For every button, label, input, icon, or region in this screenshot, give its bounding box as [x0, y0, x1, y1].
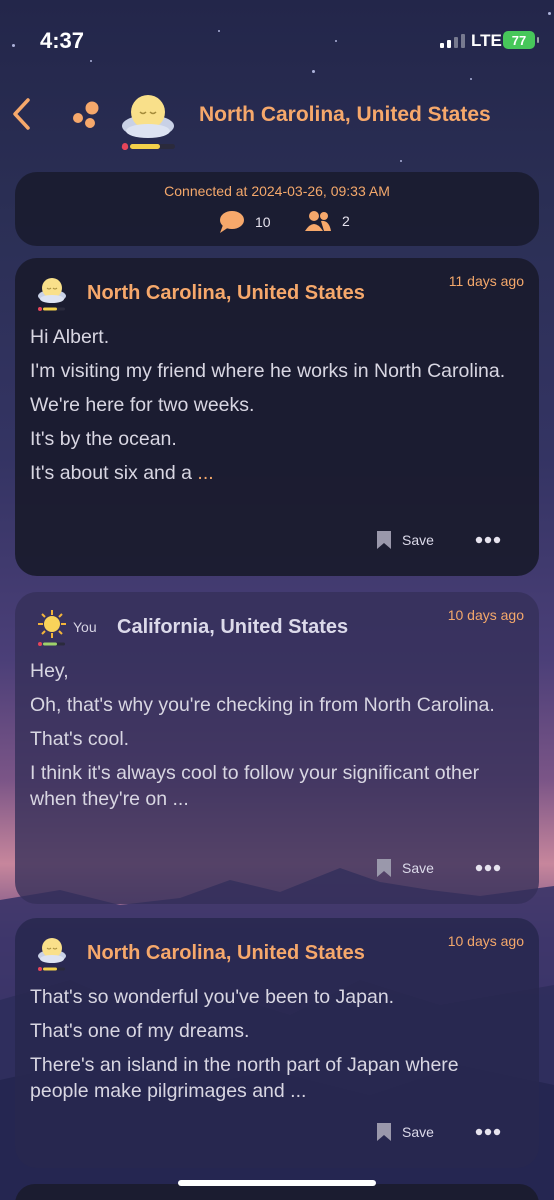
message-card[interactable]: North Carolina, United States 10 days ag… — [15, 918, 539, 1168]
moon-avatar-icon[interactable] — [118, 90, 178, 152]
message-line: I'm visiting my friend where he works in… — [30, 360, 506, 382]
message-time: 10 days ago — [447, 607, 524, 623]
people-icon — [305, 211, 331, 231]
bubbles-icon[interactable] — [70, 98, 104, 132]
message-actions: Save — [375, 858, 525, 878]
bookmark-icon — [377, 859, 391, 877]
page-title: North Carolina, United States — [199, 103, 491, 126]
message-time: 11 days ago — [448, 273, 524, 289]
people-stat: 2 — [304, 210, 350, 232]
more-dots-icon[interactable] — [475, 536, 501, 544]
message-body: That's so wonderful you've been to Japan… — [30, 984, 510, 1112]
message-time: 10 days ago — [447, 933, 524, 949]
message-line: It's about six and a — [30, 462, 198, 484]
message-card-partial[interactable] — [15, 1184, 539, 1200]
message-line: Hey, — [30, 660, 69, 682]
messages-count: 10 — [255, 214, 271, 230]
status-bar: 4:37 LTE 77 — [0, 0, 554, 80]
message-body: Hey, Oh, that's why you're checking in f… — [30, 658, 510, 820]
message-line: We're here for two weeks. — [30, 394, 255, 416]
message-line: Oh, that's why you're checking in from N… — [30, 694, 495, 716]
save-button[interactable]: Save — [375, 858, 434, 878]
message-line-truncated: It's about six and a ... — [30, 460, 510, 486]
message-body: Hi Albert. I'm visiting my friend where … — [30, 324, 510, 494]
more-dots-icon[interactable] — [475, 864, 501, 872]
message-line: There's an island in the north part of J… — [30, 1054, 459, 1102]
back-chevron-icon[interactable] — [8, 96, 36, 132]
sender-location: North Carolina, United States — [87, 282, 365, 304]
more-dots-icon[interactable] — [475, 1128, 501, 1136]
message-line: Hi Albert. — [30, 326, 110, 348]
speech-bubble-icon — [220, 211, 244, 233]
message-card[interactable]: North Carolina, United States 11 days ag… — [15, 258, 539, 576]
you-label: You — [73, 619, 97, 635]
bookmark-icon — [377, 1123, 391, 1141]
people-count: 2 — [342, 213, 350, 229]
messages-stat: 10 — [217, 210, 271, 234]
message-line: I think it's always cool to follow your … — [30, 762, 480, 810]
save-label: Save — [402, 860, 434, 876]
conversation-header: North Carolina, United States — [0, 86, 554, 154]
save-button[interactable]: Save — [375, 530, 434, 550]
message-line: That's cool. — [30, 728, 130, 750]
save-button[interactable]: Save — [375, 1122, 434, 1142]
message-line: That's so wonderful you've been to Japan… — [30, 986, 395, 1008]
message-actions: Save — [375, 530, 525, 550]
save-label: Save — [402, 532, 434, 548]
save-label: Save — [402, 1124, 434, 1140]
bookmark-icon — [377, 531, 391, 549]
moon-avatar-icon — [38, 278, 66, 311]
read-more-ellipsis[interactable]: ... — [197, 462, 213, 484]
sender-location: California, United States — [117, 616, 349, 638]
sun-avatar-icon — [38, 610, 66, 646]
connected-timestamp: Connected at 2024-03-26, 09:33 AM — [164, 183, 390, 199]
message-actions: Save — [375, 1122, 525, 1142]
battery-icon: 77 — [503, 31, 539, 49]
message-line: That's one of my dreams. — [30, 1020, 250, 1042]
signal-icon — [440, 32, 465, 48]
message-line: It's by the ocean. — [30, 428, 177, 450]
home-indicator[interactable] — [178, 1180, 376, 1186]
status-time: 4:37 — [40, 28, 85, 53]
network-label: LTE — [471, 31, 502, 50]
sender-location: North Carolina, United States — [87, 942, 365, 964]
connection-info-card: Connected at 2024-03-26, 09:33 AM 10 2 — [15, 172, 539, 246]
message-card[interactable]: You California, United States 10 days ag… — [15, 592, 539, 904]
moon-avatar-icon — [38, 938, 66, 971]
battery-level: 77 — [511, 32, 527, 48]
